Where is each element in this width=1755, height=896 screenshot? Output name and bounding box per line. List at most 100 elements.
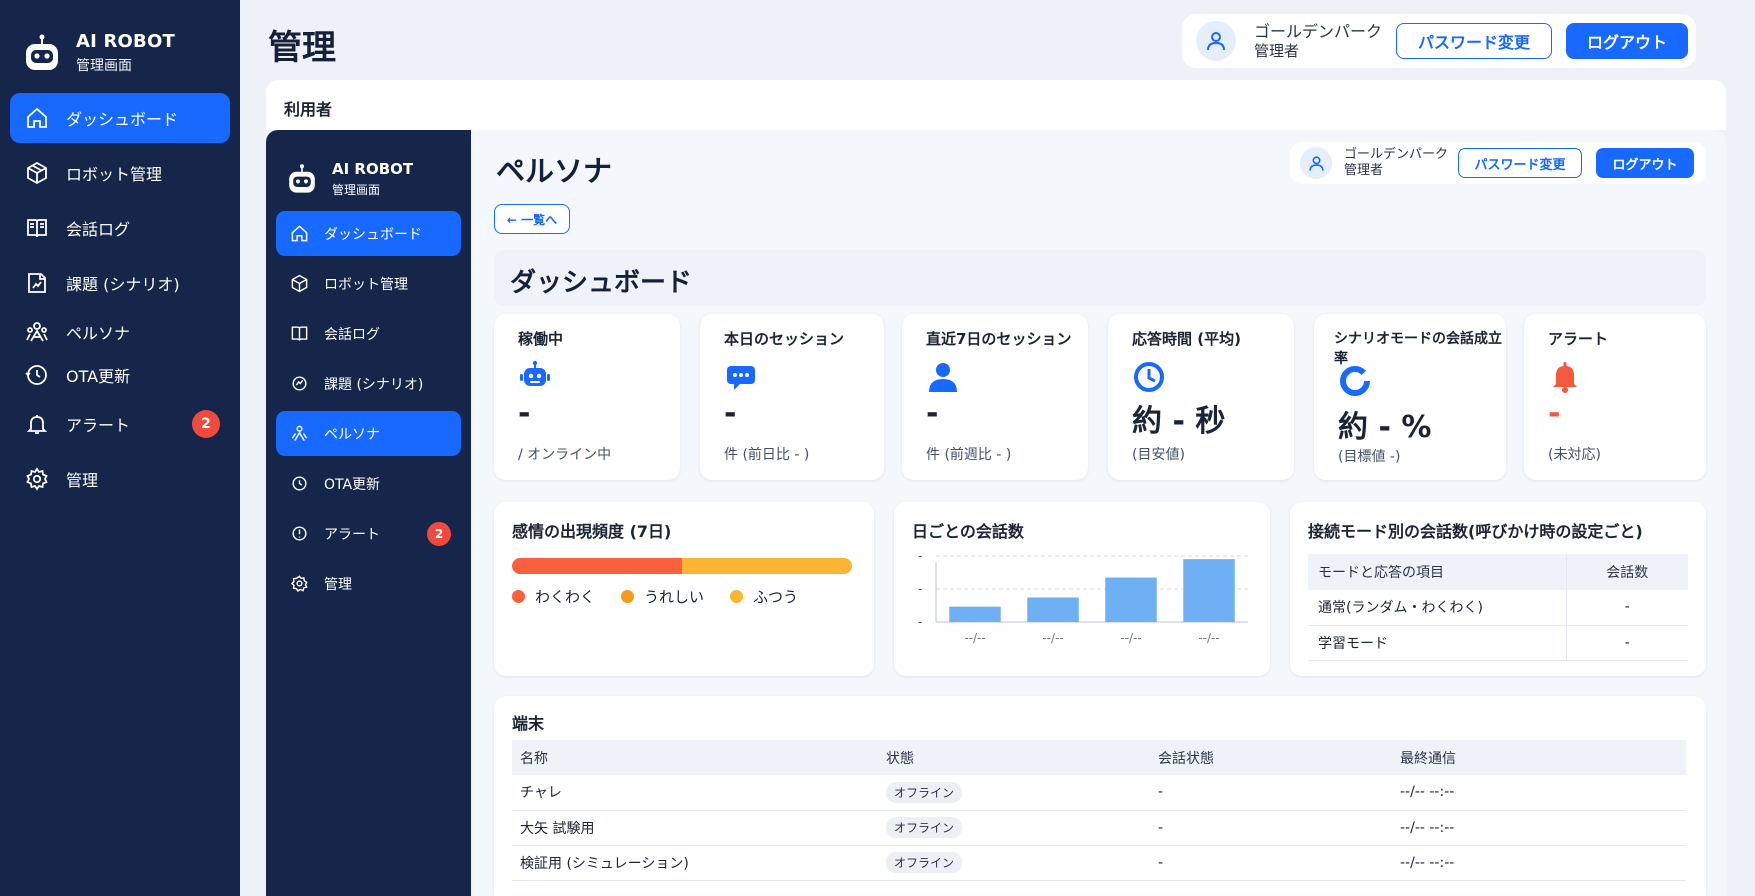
logout-button[interactable]: ログアウト [1566, 23, 1688, 59]
sidebar-item-alert[interactable]: アラート 2 [276, 511, 461, 556]
table-row: 通常(ランダム・わくわく) - [1308, 590, 1688, 626]
stat-sub: 件 (前週比 - ) [926, 447, 1012, 463]
sidebar-item-label: OTA更新 [66, 367, 131, 386]
sidebar-item-label: ロボット管理 [66, 165, 163, 184]
gear-icon [24, 466, 50, 492]
brand-subtitle: 管理画面 [76, 58, 132, 74]
bell-icon [24, 411, 50, 437]
stat-sub: 件 (前日比 - ) [724, 447, 810, 463]
table-cell: 通常(ランダム・わくわく) [1308, 590, 1566, 626]
home-icon [24, 105, 50, 131]
legend-label: うれしい [644, 588, 705, 606]
sidebar-item-conversation-log[interactable]: 会話ログ [10, 203, 230, 253]
stat-card-today-sessions: 本日のセッション - 件 (前日比 - ) [700, 314, 884, 480]
x-tick-label: --/-- [964, 631, 985, 645]
sidebar-item-label: ペルソナ [324, 426, 380, 443]
sidebar-item-conversation-log[interactable]: 会話ログ [276, 311, 461, 356]
column-header: 状態 [878, 740, 1150, 775]
y-tick-label: - [918, 615, 922, 629]
robot-logo-icon [289, 164, 315, 193]
sidebar-item-alert[interactable]: アラート 2 [10, 399, 230, 449]
emotion-segment-0 [512, 558, 682, 574]
alert-count-badge: 2 [192, 410, 220, 438]
robot-icon [520, 360, 550, 386]
table-row[interactable]: チャレ オフライン - --/-- --:-- [512, 775, 1686, 811]
user-avatar-icon [1300, 147, 1332, 179]
stat-card-scenario-rate: シナリオモードの会話成立率 約 - % (目標値 -) [1314, 314, 1506, 480]
sidebar-item-label: ロボット管理 [324, 276, 408, 293]
user-role: 管理者 [1344, 163, 1384, 178]
outer-brand[interactable]: AI ROBOT 管理画面 [0, 0, 240, 84]
device-name: 大矢 試験用 [512, 810, 878, 846]
sidebar-item-robots[interactable]: ロボット管理 [276, 261, 461, 306]
sidebar-item-robots[interactable]: ロボット管理 [10, 148, 230, 198]
page-title: 管理 [268, 28, 336, 68]
sidebar-item-label: ダッシュボード [324, 226, 422, 243]
alert-icon [288, 523, 310, 545]
stat-value: - [926, 396, 939, 431]
dashboard-header: ダッシュボード [494, 250, 1706, 306]
sidebar-item-label: ペルソナ [66, 324, 131, 343]
sidebar-item-ota[interactable]: OTA更新 [276, 461, 461, 506]
sidebar-item-label: 会話ログ [66, 220, 131, 239]
user-avatar-icon [1196, 21, 1236, 61]
sidebar-item-persona[interactable]: ペルソナ [276, 411, 461, 456]
stat-label: 直近7日のセッション [926, 330, 1072, 348]
devices-panel: 端末 名称 状態 会話状態 最終通信 チャレ オフライン - --/-- --:… [494, 696, 1706, 896]
sidebar-item-label: OTA更新 [324, 476, 381, 493]
stat-card-alerts: アラート - (未対応) [1524, 314, 1706, 480]
brand-title: AI ROBOT [332, 160, 414, 178]
persona-icon [288, 423, 310, 445]
stat-sub: (未対応) [1548, 447, 1601, 463]
scenario-icon [24, 270, 50, 296]
sidebar-item-ota[interactable]: OTA更新 [10, 356, 230, 394]
legend-swatch [621, 590, 635, 603]
logout-button[interactable]: ログアウト [1596, 148, 1694, 178]
emotion-stacked-bar [512, 558, 852, 574]
outer-sidebar: AI ROBOT 管理画面 ダッシュボード ロボット管理 会話ログ 課題 (シナ… [0, 0, 240, 896]
table-row[interactable]: 検証用 (シミュレーション) オフライン - --/-- --:-- [512, 845, 1686, 881]
person-icon [929, 363, 957, 392]
status-badge: オフライン [886, 817, 963, 838]
table-header-row: 名称 状態 会話状態 最終通信 [512, 740, 1686, 775]
user-name: ゴールデンパーク [1344, 147, 1449, 163]
legend-item: うれしい [621, 586, 704, 607]
change-password-button[interactable]: パスワード変更 [1396, 23, 1552, 59]
stat-label: アラート [1548, 330, 1609, 348]
section-label: 利用者 [284, 100, 333, 119]
stat-sub: (目標値 -) [1338, 449, 1401, 465]
column-header: 会話状態 [1150, 740, 1392, 775]
x-tick-label: --/-- [1120, 631, 1141, 645]
conversation-status: - [1150, 845, 1392, 881]
legend-swatch [730, 590, 744, 603]
table-cell: - [1565, 625, 1688, 661]
embedded-screen: AI ROBOT 管理画面 ダッシュボード ロボット管理 会話ログ 課題 (シナ… [266, 130, 1726, 896]
y-tick-label: - [918, 549, 922, 563]
bar-0 [949, 606, 1001, 622]
change-password-button[interactable]: パスワード変更 [1458, 148, 1582, 178]
inner-brand[interactable]: AI ROBOT 管理画面 [266, 130, 471, 208]
gear-icon [288, 573, 310, 595]
device-status: オフライン [878, 845, 1150, 881]
sidebar-item-admin[interactable]: 管理 [10, 454, 230, 504]
sidebar-item-label: アラート [324, 526, 380, 543]
last-contact: --/-- --:-- [1392, 845, 1686, 881]
sidebar-item-persona[interactable]: ペルソナ [10, 313, 230, 351]
table-cell: 学習モード [1308, 625, 1566, 661]
sidebar-item-scenario[interactable]: 課題 (シナリオ) [276, 361, 461, 406]
stat-value: - [1548, 396, 1561, 431]
sidebar-item-dashboard[interactable]: ダッシュボード [10, 93, 230, 143]
daily-conversations-panel: 日ごとの会話数 - - - --/-- --/-- --/-- --/-- [894, 502, 1270, 676]
sidebar-item-label: 管理 [324, 576, 352, 593]
stat-value: - [518, 396, 531, 431]
sidebar-item-dashboard[interactable]: ダッシュボード [276, 211, 461, 256]
legend-label: ふつう [753, 588, 799, 606]
column-header: モードと応答の項目 [1308, 554, 1566, 590]
back-to-list-button[interactable]: ← 一覧へ [494, 204, 570, 234]
inner-page-title: ペルソナ [496, 154, 613, 188]
table-row[interactable]: 大矢 試験用 オフライン - --/-- --:-- [512, 810, 1686, 846]
sidebar-item-admin[interactable]: 管理 [276, 561, 461, 606]
bar-2 [1105, 577, 1157, 622]
sidebar-item-label: 課題 (シナリオ) [66, 275, 180, 294]
sidebar-item-scenario[interactable]: 課題 (シナリオ) [10, 258, 230, 308]
